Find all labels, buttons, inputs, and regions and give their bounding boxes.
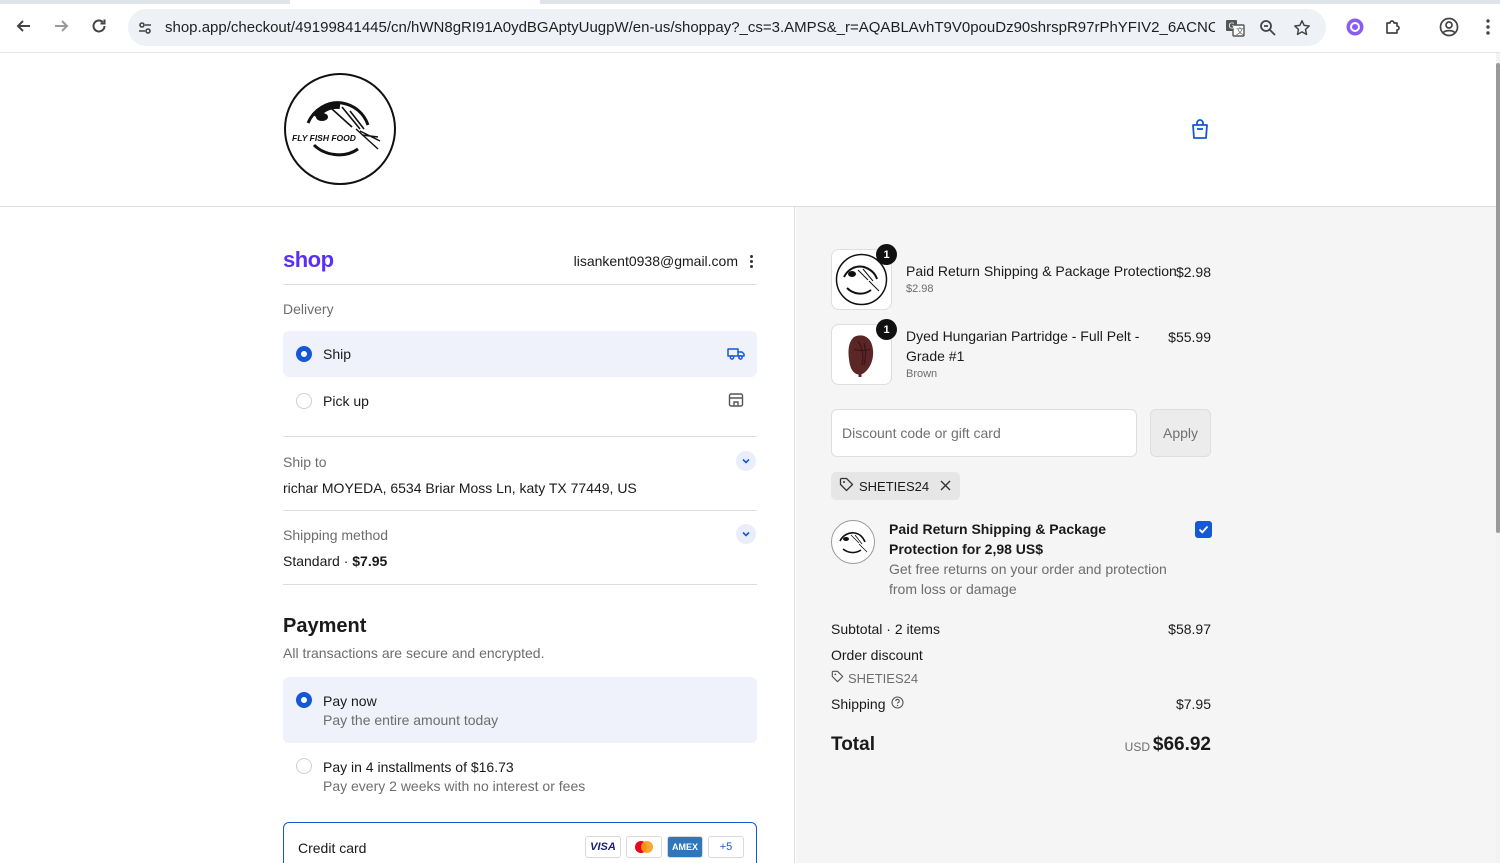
forward-icon[interactable] (49, 14, 73, 38)
account-email: lisankent0938@gmail.com (573, 253, 738, 269)
credit-card-label: Credit card (298, 840, 367, 856)
total-currency: USD (1124, 740, 1150, 754)
item-price: $2.98 (1175, 264, 1211, 280)
shipping-method-name: Standard · (283, 553, 353, 569)
divider (283, 284, 757, 285)
divider (283, 436, 757, 437)
delivery-option-pickup[interactable]: Pick up (283, 377, 757, 423)
ship-radio[interactable] (296, 346, 312, 362)
applied-discount-chip: SHETIES24 (831, 472, 961, 500)
installments-label: Pay in 4 installments of $16.73 (323, 759, 514, 775)
help-circle-icon[interactable] (890, 696, 904, 712)
order-discount-label: Order discount (831, 647, 923, 663)
pickup-label: Pick up (323, 393, 369, 409)
payment-option-installments[interactable]: Pay in 4 installments of $16.73 Pay ever… (283, 747, 757, 809)
account-menu-icon[interactable] (744, 252, 758, 270)
item-quantity-badge: 1 (876, 319, 897, 340)
extension-profile-icon[interactable] (1343, 15, 1367, 39)
divider (283, 584, 757, 585)
ship-label: Ship (323, 346, 352, 362)
more-brands-badge: +5 (708, 836, 744, 858)
order-discount-code-row: SHETIES24 (831, 670, 918, 686)
payment-subtitle: All transactions are secure and encrypte… (283, 645, 545, 661)
pay-now-label: Pay now (323, 693, 377, 709)
item-variant: $2.98 (906, 283, 934, 295)
shipping-method-chevron-down-icon[interactable] (736, 524, 756, 544)
store-logo-text: FLY FISH FOOD (292, 133, 356, 143)
payment-option-pay-now[interactable]: Pay now Pay the entire amount today (283, 677, 757, 743)
url-text[interactable]: shop.app/checkout/49199841445/cn/hWN8gRI… (165, 19, 1215, 36)
apply-discount-button[interactable]: Apply (1150, 409, 1211, 457)
tag-icon (831, 670, 844, 686)
total-label: Total (831, 734, 875, 755)
store-logo[interactable]: FLY FISH FOOD (284, 73, 396, 185)
shipping-method-value: Standard · $7.95 (283, 553, 387, 569)
bookmark-star-icon[interactable] (1291, 17, 1313, 39)
scrollbar-thumb[interactable] (1496, 63, 1500, 533)
ship-to-chevron-down-icon[interactable] (736, 451, 756, 471)
protection-checkbox[interactable] (1195, 521, 1212, 538)
pay-now-radio[interactable] (296, 692, 312, 708)
back-icon[interactable] (12, 14, 36, 38)
page-scrollbar[interactable] (1496, 53, 1500, 863)
svg-text:G: G (1229, 22, 1235, 31)
shipping-label: Shipping (831, 696, 886, 712)
subtotal-label: Subtotal · 2 items (831, 621, 940, 637)
installments-sub: Pay every 2 weeks with no interest or fe… (323, 778, 586, 794)
mastercard-icon (626, 836, 662, 858)
item-variant: Brown (906, 368, 938, 380)
payment-heading: Payment (283, 615, 367, 637)
item-name: Paid Return Shipping & Package Protectio… (906, 263, 1177, 279)
extensions-puzzle-icon[interactable] (1381, 15, 1405, 39)
pay-now-sub: Pay the entire amount today (323, 712, 499, 728)
address-bar[interactable]: shop.app/checkout/49199841445/cn/hWN8gRI… (128, 9, 1326, 46)
protection-description: Get free returns on your order and prote… (889, 561, 1167, 597)
browser-menu-icon[interactable] (1476, 15, 1500, 39)
svg-text:文: 文 (1236, 26, 1244, 36)
remove-discount-close-icon[interactable] (940, 479, 951, 494)
cart-bag-icon[interactable] (1188, 117, 1212, 141)
reload-icon[interactable] (87, 14, 111, 38)
delivery-option-ship[interactable]: Ship (283, 331, 757, 377)
applied-discount-code: SHETIES24 (859, 478, 930, 494)
protection-logo (831, 520, 875, 564)
item-price: $55.99 (1168, 329, 1211, 345)
order-discount-code: SHETIES24 (848, 670, 919, 686)
delivery-heading: Delivery (283, 301, 334, 317)
subtotal-value: $58.97 (1168, 621, 1211, 637)
site-settings-icon[interactable] (134, 17, 156, 39)
shipping-method-price: $7.95 (352, 553, 388, 569)
active-tab[interactable] (290, 0, 540, 4)
installments-radio[interactable] (296, 758, 312, 774)
ship-to-address: richar MOYEDA, 6534 Briar Moss Ln, katy … (283, 480, 637, 496)
item-quantity-badge: 1 (876, 244, 897, 265)
store-header: FLY FISH FOOD (0, 53, 1496, 207)
account-icon[interactable] (1437, 15, 1461, 39)
browser-toolbar: shop.app/checkout/49199841445/cn/hWN8gRI… (0, 0, 1500, 53)
divider (283, 510, 757, 511)
pickup-radio[interactable] (296, 393, 312, 409)
store-icon (727, 391, 745, 409)
tab-strip (0, 0, 1500, 4)
truck-icon (727, 344, 745, 362)
translate-icon[interactable]: 文G (1224, 17, 1246, 39)
protection-title: Paid Return Shipping & Package Protectio… (889, 521, 1107, 557)
shipping-value: $7.95 (1175, 696, 1211, 712)
discount-code-input[interactable] (831, 409, 1137, 457)
credit-card-option[interactable]: Credit card VISA AMEX +5 (283, 822, 757, 863)
visa-icon: VISA (585, 836, 621, 858)
order-summary: 1 Paid Return Shipping & Package Protect… (796, 207, 1496, 863)
ship-to-heading: Ship to (283, 454, 327, 470)
tag-icon (839, 477, 854, 495)
zoom-icon[interactable] (1257, 17, 1279, 39)
amex-icon: AMEX (667, 836, 703, 858)
shipping-row: Shipping (831, 696, 904, 712)
item-name-line1: Dyed Hungarian Partridge - Full Pelt - (906, 328, 1140, 344)
total-value: $66.92 (1152, 734, 1211, 755)
shipping-method-heading: Shipping method (283, 527, 389, 543)
item-name-line2: Grade #1 (906, 348, 965, 364)
checkout-main: shop lisankent0938@gmail.com Delivery Sh… (0, 207, 795, 863)
shop-pay-logo: shop (283, 247, 334, 272)
